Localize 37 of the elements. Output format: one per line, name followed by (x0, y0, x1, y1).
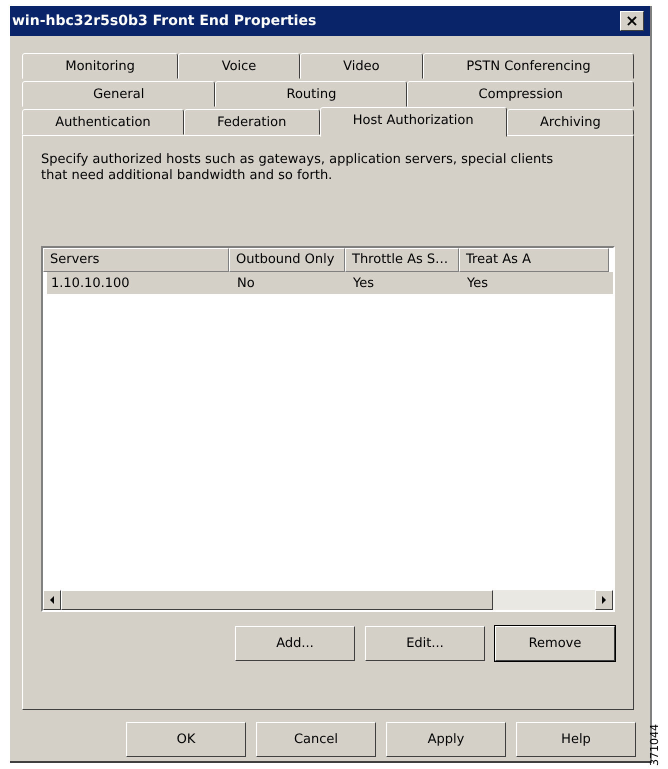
table-cell-text: No (236, 276, 256, 290)
tab[interactable]: General (22, 81, 216, 107)
tab[interactable]: Compression (407, 81, 634, 107)
tab[interactable]: Authentication (22, 109, 184, 135)
table-cell-text: Yes (352, 276, 375, 290)
column-header[interactable]: Outbound Only (229, 248, 345, 272)
list-button[interactable]: Add... (235, 626, 355, 661)
dialog-button[interactable]: Cancel (256, 722, 376, 757)
dialog-button[interactable]: Apply (386, 722, 506, 757)
tab[interactable]: Host Authorization (320, 107, 507, 137)
tab[interactable]: Routing (215, 81, 408, 107)
right-arrow-icon (601, 596, 607, 604)
description-text: Specify authorized hosts such as gateways, application servers, special clients that need additional bandwidth and so forth. (41, 152, 554, 184)
tab[interactable]: Monitoring (22, 53, 178, 79)
list-button[interactable]: Remove (495, 626, 615, 661)
scroll-left-button[interactable] (43, 590, 61, 610)
dialog-button[interactable]: OK (126, 722, 246, 757)
close-button[interactable]: × (620, 11, 644, 31)
column-header[interactable]: Servers (43, 248, 229, 272)
window-title: win-hbc32r5s0b3 Front End Properties (12, 13, 316, 29)
tab[interactable]: PSTN Conferencing (422, 53, 634, 79)
left-arrow-icon (49, 596, 55, 604)
tab[interactable]: Federation (184, 109, 320, 135)
tab[interactable]: Archiving (506, 109, 634, 135)
dialog-button[interactable]: Help (516, 722, 636, 757)
column-header[interactable]: Throttle As S… (345, 248, 459, 272)
table-cell-text: Yes (466, 276, 489, 290)
table-cell-text: 1.10.10.100 (50, 276, 131, 290)
figure-number: 371044 (648, 724, 661, 766)
column-header[interactable]: Treat As A (459, 248, 609, 272)
horizontal-scrollbar[interactable] (43, 590, 613, 610)
tab[interactable]: Voice (178, 53, 300, 79)
list-button[interactable]: Edit... (365, 626, 485, 661)
table-row[interactable]: 1.10.10.100 No Yes Yes (47, 272, 613, 294)
scroll-right-button[interactable] (595, 590, 613, 610)
tab[interactable]: Video (300, 53, 423, 79)
scroll-thumb[interactable] (61, 590, 493, 610)
